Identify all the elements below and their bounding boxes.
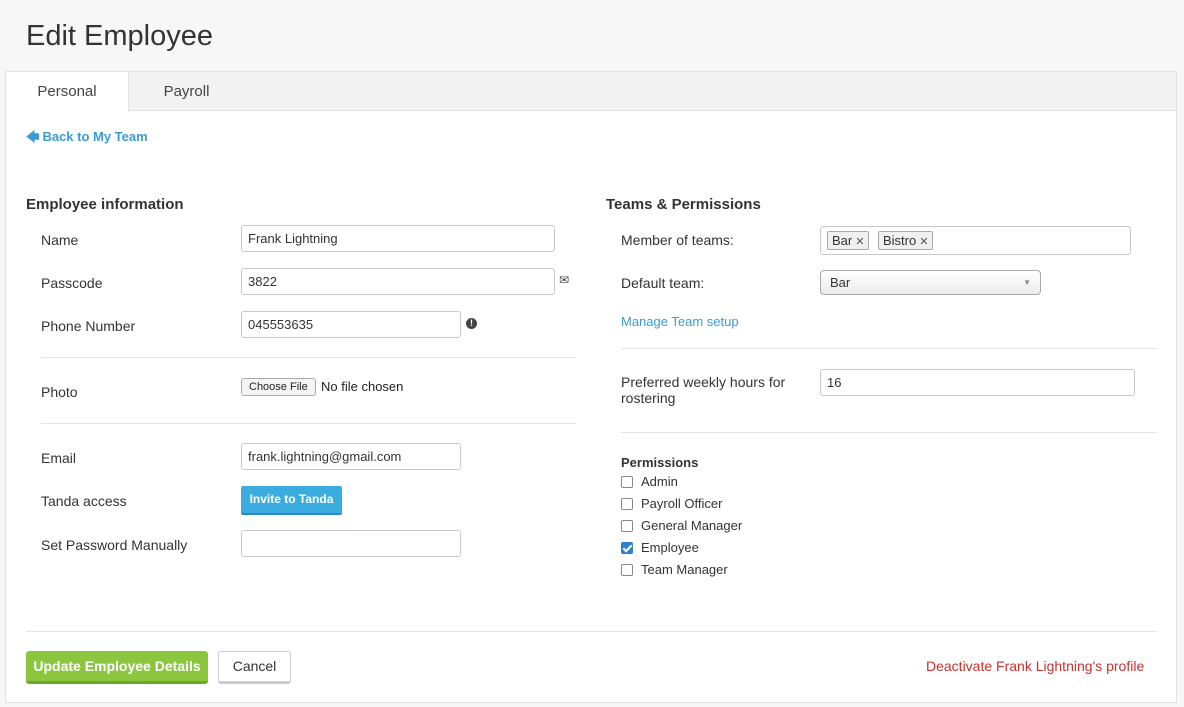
name-label: Name: [41, 232, 79, 248]
divider: [41, 357, 576, 358]
tanda-access-label: Tanda access: [41, 493, 127, 509]
permission-label: Admin: [641, 474, 678, 489]
manage-team-setup-link[interactable]: Manage Team setup: [621, 314, 739, 329]
email-input[interactable]: frank.lightning@gmail.com: [241, 443, 461, 470]
password-label: Set Password Manually: [41, 537, 188, 553]
employee-info-title: Employee information: [26, 196, 184, 213]
phone-label: Phone Number: [41, 318, 136, 334]
checkbox[interactable]: [621, 564, 633, 576]
permission-label: Team Manager: [641, 562, 728, 577]
name-input[interactable]: Frank Lightning: [241, 225, 555, 252]
remove-tag-icon[interactable]: ✕: [855, 236, 864, 248]
tab-personal[interactable]: Personal: [6, 72, 129, 112]
invite-to-tanda-button[interactable]: Invite to Tanda: [241, 486, 342, 515]
exclamation-icon[interactable]: !: [466, 318, 477, 329]
page-title: Edit Employee: [26, 20, 213, 52]
passcode-input[interactable]: 3822: [241, 268, 555, 295]
deactivate-profile-link[interactable]: Deactivate Frank Lightning's profile: [926, 658, 1144, 674]
edit-employee-panel: Personal Payroll 🡄 Back to My Team Employ…: [5, 71, 1177, 703]
default-team-label: Default team:: [621, 275, 705, 291]
back-link-label: Back to My Team: [42, 129, 148, 144]
divider: [26, 631, 1157, 632]
file-status: No file chosen: [321, 379, 404, 394]
team-tag: Bistro ✕: [878, 231, 934, 250]
checkbox-checked[interactable]: [621, 542, 633, 554]
arrow-left-icon: 🡄: [26, 129, 40, 144]
photo-label: Photo: [41, 384, 78, 400]
teams-tag-input[interactable]: Bar ✕ Bistro ✕: [820, 226, 1131, 255]
tab-payroll[interactable]: Payroll: [129, 72, 244, 111]
team-tag-label: Bar: [832, 233, 853, 248]
divider: [621, 432, 1157, 433]
checkbox[interactable]: [621, 476, 633, 488]
permission-label: Payroll Officer: [641, 496, 723, 511]
checkbox[interactable]: [621, 520, 633, 532]
preferred-hours-input[interactable]: 16: [820, 369, 1135, 396]
remove-tag-icon[interactable]: ✕: [919, 236, 928, 248]
preferred-hours-label-line2: rostering: [621, 390, 676, 406]
checkbox[interactable]: [621, 498, 633, 510]
tab-bar: Personal Payroll: [6, 72, 1176, 112]
permission-label: Employee: [641, 540, 699, 555]
phone-input[interactable]: 045553635: [241, 311, 461, 338]
update-employee-button[interactable]: Update Employee Details: [26, 651, 208, 684]
preferred-hours-label-line1: Preferred weekly hours for: [621, 374, 786, 390]
back-to-team-link[interactable]: 🡄 Back to My Team: [26, 128, 148, 150]
team-tag-label: Bistro: [883, 233, 917, 248]
permission-label: General Manager: [641, 518, 743, 533]
password-input[interactable]: [241, 530, 461, 557]
divider: [41, 423, 576, 424]
cancel-button[interactable]: Cancel: [218, 651, 291, 684]
envelope-icon[interactable]: ✉: [559, 273, 569, 287]
chevron-down-icon: ▼: [1023, 278, 1031, 287]
default-team-value: Bar: [830, 275, 851, 290]
preferred-hours-label: Preferred weekly hours for rostering: [621, 374, 785, 406]
divider: [621, 348, 1157, 349]
default-team-select[interactable]: Bar ▼: [820, 270, 1041, 295]
email-label: Email: [41, 450, 77, 466]
passcode-label: Passcode: [41, 275, 103, 291]
permissions-title: Permissions: [621, 455, 699, 470]
team-tag: Bar ✕: [827, 231, 870, 250]
teams-permissions-title: Teams & Permissions: [606, 196, 761, 213]
choose-file-button[interactable]: Choose File: [241, 378, 316, 396]
member-of-teams-label: Member of teams:: [621, 232, 734, 248]
